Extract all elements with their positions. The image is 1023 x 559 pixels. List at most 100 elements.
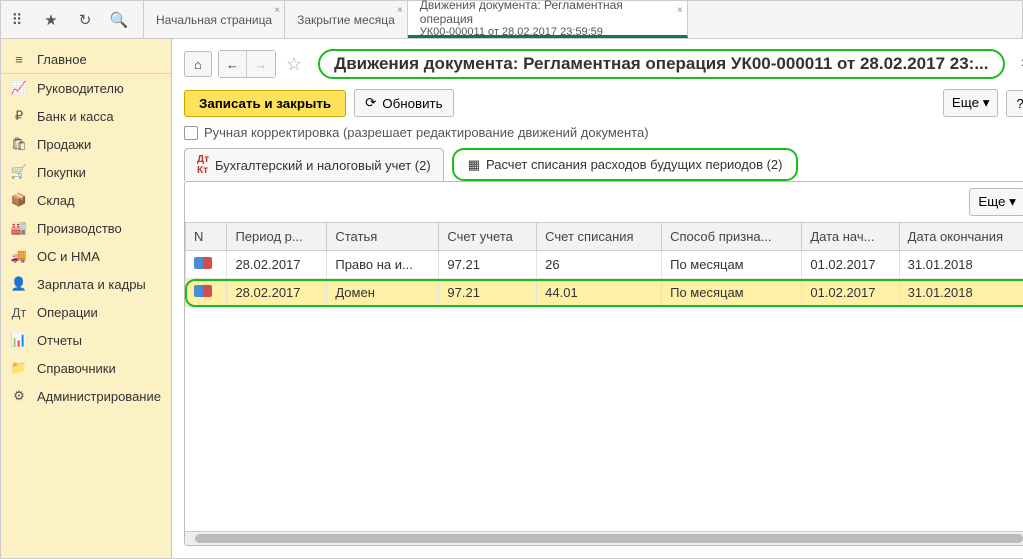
sidebar-item-label: Банк и касса [37, 109, 114, 124]
close-icon[interactable]: × [677, 5, 683, 16]
close-panel-icon[interactable]: × [1017, 55, 1023, 73]
table-row[interactable]: 28.02.2017Домен97.2144.01По месяцам01.02… [185, 279, 1023, 307]
sidebar-item-label: ОС и НМА [37, 249, 100, 264]
sidebar-icon: 📁 [11, 360, 27, 376]
sidebar-item-label: Отчеты [37, 333, 82, 348]
close-icon[interactable]: × [274, 5, 280, 16]
sidebar-icon: 🏭 [11, 220, 27, 236]
sidebar: ≡Главное 📈 Руководителю ₽ Банк и касса 🛍 Прода… [1, 39, 172, 558]
row-status-icon [194, 257, 212, 269]
tab-home[interactable]: Начальная страница × [143, 1, 285, 38]
history-icon[interactable]: ↻ [77, 12, 93, 28]
sidebar-item-продажи[interactable]: 🛍 Продажи [1, 130, 171, 158]
tab-label: Закрытие месяца [297, 13, 395, 27]
sidebar-item-зарплата-и-кадры[interactable]: 👤 Зарплата и кадры [1, 270, 171, 298]
tab-writeoff-calc[interactable]: ▦ Расчет списания расходов будущих перио… [452, 148, 799, 181]
tab-accounting[interactable]: ДтКт Бухгалтерский и налоговый учет (2) [184, 148, 444, 181]
col-writeoff[interactable]: Счет списания [537, 223, 662, 251]
col-article[interactable]: Статья [327, 223, 439, 251]
top-toolbar: ⠿ ★ ↻ 🔍 Начальная страница × Закрытие ме… [1, 1, 1022, 39]
sidebar-item-справочники[interactable]: 📁 Справочники [1, 354, 171, 382]
cell: 28.02.2017 [227, 279, 327, 307]
col-period[interactable]: Период р... [227, 223, 327, 251]
more-button[interactable]: Еще ▾ [943, 89, 999, 117]
refresh-icon: ⟳ [365, 95, 376, 111]
back-button[interactable]: ← [219, 51, 247, 77]
table-icon: ▦ [468, 157, 480, 173]
cell: 28.02.2017 [227, 251, 327, 279]
table-panel: Еще ▾ N Период р... Статья Счет учета Сч… [184, 181, 1023, 546]
sidebar-icon: 📈 [11, 80, 27, 96]
search-icon[interactable]: 🔍 [111, 12, 127, 28]
sidebar-item-руководителю[interactable]: 📈 Руководителю [1, 74, 171, 102]
sidebar-item-label: Администрирование [37, 389, 161, 404]
col-n[interactable]: N [185, 223, 226, 251]
sidebar-item-администрирование[interactable]: ⚙ Администрирование [1, 382, 171, 410]
sidebar-icon: ⚙ [11, 388, 27, 404]
horizontal-scrollbar[interactable] [185, 531, 1023, 545]
sidebar-item-label: Операции [37, 305, 98, 320]
sidebar-icon: Дт [11, 304, 27, 320]
refresh-label: Обновить [382, 96, 442, 111]
cell: Домен [327, 279, 439, 307]
col-end[interactable]: Дата окончания [899, 223, 1023, 251]
sidebar-item-label: Продажи [37, 137, 91, 152]
cell: Право на и... [327, 251, 439, 279]
apps-icon[interactable]: ⠿ [9, 12, 25, 28]
sidebar-icon: 🚚 [11, 248, 27, 264]
scroll-thumb[interactable] [195, 534, 1023, 543]
dtkr-icon: ДтКт [197, 154, 209, 176]
forward-button[interactable]: → [247, 51, 275, 77]
sidebar-icon: 🛍 [11, 136, 27, 152]
sidebar-item-банк-и-касса[interactable]: ₽ Банк и касса [1, 102, 171, 130]
refresh-button[interactable]: ⟳ Обновить [354, 89, 454, 117]
sidebar-item-покупки[interactable]: 🛒Покупки [1, 158, 171, 186]
cell [185, 251, 226, 279]
sidebar-item-отчеты[interactable]: 📊 Отчеты [1, 326, 171, 354]
table-more-button[interactable]: Еще ▾ [969, 188, 1023, 216]
sidebar-item-label: Покупки [37, 165, 86, 180]
save-close-button[interactable]: Записать и закрыть [184, 90, 346, 117]
sidebar-item-label: Зарплата и кадры [37, 277, 146, 292]
sidebar-item-label: Руководителю [37, 81, 124, 96]
row-status-icon [194, 285, 212, 297]
sidebar-icon: 👤 [11, 276, 27, 292]
help-button[interactable]: ? [1006, 90, 1023, 117]
cell: 31.01.2018 [899, 251, 1023, 279]
cell: По месяцам [662, 279, 802, 307]
cell: 01.02.2017 [802, 251, 899, 279]
table-row[interactable]: 28.02.2017Право на и...97.2126По месяцам… [185, 251, 1023, 279]
sidebar-item-label: Производство [37, 221, 122, 236]
tab-label: Начальная страница [156, 13, 272, 27]
sidebar-icon: ₽ [11, 108, 27, 124]
col-method[interactable]: Способ призна... [662, 223, 802, 251]
tab-document-movements[interactable]: Движения документа: Регламентная операци… [408, 1, 688, 38]
col-start[interactable]: Дата нач... [802, 223, 899, 251]
tab-month-close[interactable]: Закрытие месяца × [285, 1, 408, 38]
manual-edit-label: Ручная корректировка (разрешает редактир… [204, 125, 649, 140]
sidebar-item-label: Главное [37, 52, 87, 67]
tab-subtitle: УК00-000011 от 28.02.2017 23:59:59 [420, 26, 675, 38]
cell: 97.21 [439, 279, 537, 307]
sidebar-item-главное[interactable]: ≡Главное [1, 45, 171, 74]
sidebar-item-label: Справочники [37, 361, 116, 376]
favorite-icon[interactable]: ☆ [286, 54, 302, 75]
sidebar-item-операции[interactable]: Дт Операции [1, 298, 171, 326]
sidebar-item-склад[interactable]: 📦Склад [1, 186, 171, 214]
col-account[interactable]: Счет учета [439, 223, 537, 251]
tab-label: Движения документа: Регламентная операци… [420, 0, 675, 26]
sidebar-item-ос-и-нма[interactable]: 🚚 ОС и НМА [1, 242, 171, 270]
sidebar-icon: 📊 [11, 332, 27, 348]
cell: 31.01.2018 [899, 279, 1023, 307]
close-icon[interactable]: × [397, 5, 403, 16]
sidebar-item-производство[interactable]: 🏭 Производство [1, 214, 171, 242]
home-button[interactable]: ⌂ [184, 51, 212, 77]
cell [185, 279, 226, 307]
manual-edit-checkbox[interactable] [184, 126, 198, 140]
cell: 01.02.2017 [802, 279, 899, 307]
cell: 26 [537, 251, 662, 279]
tab-label: Бухгалтерский и налоговый учет (2) [215, 158, 431, 173]
page-title: Движения документа: Регламентная операци… [318, 49, 1004, 79]
star-icon[interactable]: ★ [43, 12, 59, 28]
cell: 97.21 [439, 251, 537, 279]
